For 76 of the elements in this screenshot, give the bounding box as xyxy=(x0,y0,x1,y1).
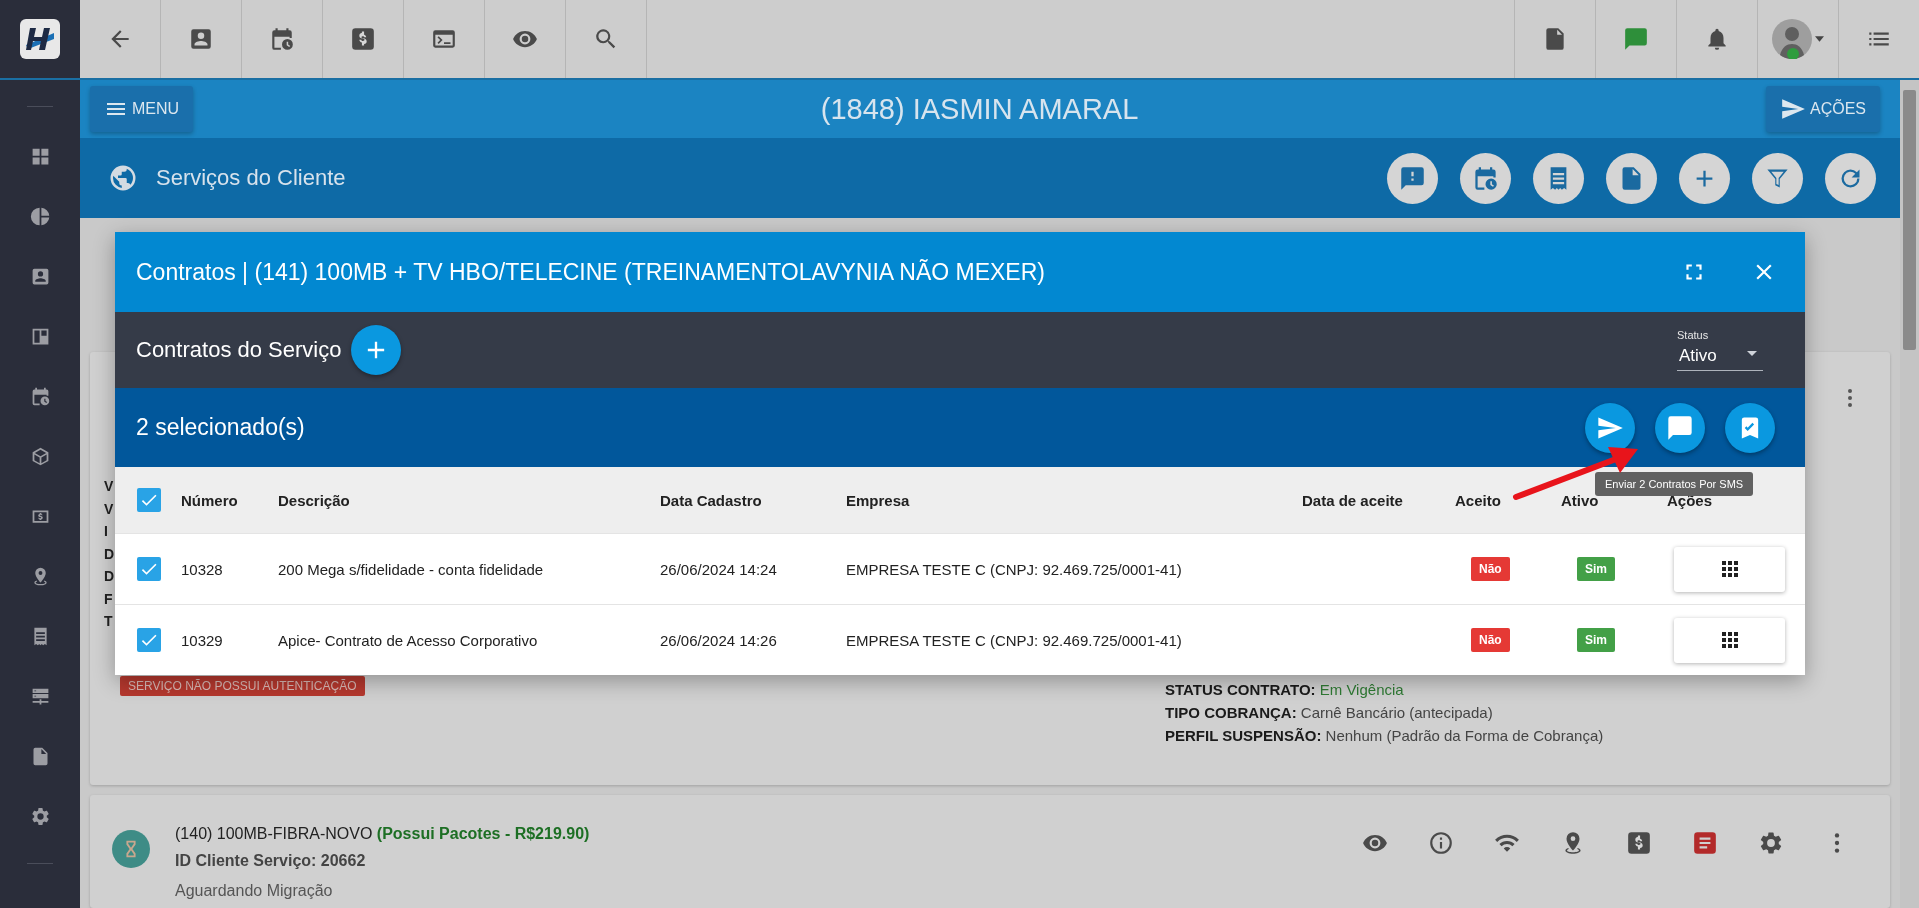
table-cell: 10329 xyxy=(181,631,223,649)
accept-button[interactable] xyxy=(1725,402,1775,453)
settings-icon[interactable] xyxy=(1758,830,1784,856)
detail-text: STATUS CONTRATO: Em Vigência xyxy=(1165,679,1405,700)
feedback-button[interactable] xyxy=(1387,152,1438,204)
logo-icon[interactable] xyxy=(20,19,60,59)
column-header: Data Cadastro xyxy=(660,491,762,509)
label-text: V xyxy=(104,477,114,496)
detail-text: TIPO COBRANÇA: Carnê Bancário (antecipada) xyxy=(1165,702,1494,723)
column-header: Data de aceite xyxy=(1302,491,1403,509)
label-text: I xyxy=(104,522,108,541)
pie-chart-icon[interactable] xyxy=(29,206,51,227)
hourglass-icon xyxy=(112,830,150,868)
checkbox[interactable] xyxy=(137,488,161,512)
table-cell: 26/06/2024 14:26 xyxy=(660,631,777,649)
service-status: Aguardando Migração xyxy=(175,881,333,901)
document-icon[interactable] xyxy=(1692,830,1718,856)
status-badge: Sim xyxy=(1577,557,1615,581)
document-button[interactable] xyxy=(1606,152,1657,204)
send-button[interactable] xyxy=(1585,402,1635,453)
actions-menu-button[interactable] xyxy=(1674,546,1785,592)
avatar-icon[interactable] xyxy=(1772,19,1812,59)
section-title: Serviços do Cliente xyxy=(156,165,346,191)
dollar-icon[interactable] xyxy=(1626,830,1652,856)
caret-icon[interactable] xyxy=(1815,36,1824,42)
chat-icon xyxy=(1666,413,1694,442)
table-cell: EMPRESA TESTE C (CNPJ: 92.469.725/0001-41) xyxy=(846,560,1182,578)
calendar-clock-icon xyxy=(1472,164,1499,192)
calendar-clock-icon[interactable] xyxy=(269,26,295,52)
checkbox[interactable] xyxy=(137,557,161,581)
service-id-text: ID Cliente Serviço: 20662 xyxy=(175,851,366,871)
column-header: Número xyxy=(181,491,238,509)
status-badge: Sim xyxy=(1577,628,1615,652)
column-header: Aceito xyxy=(1455,491,1501,509)
refresh-button[interactable] xyxy=(1825,152,1876,204)
scrollbar[interactable] xyxy=(1900,80,1919,908)
contact-card-icon[interactable] xyxy=(188,26,214,52)
status-badge: Não xyxy=(1471,628,1510,652)
actions-menu-button[interactable] xyxy=(1674,617,1785,663)
actions-button[interactable]: AÇÕES xyxy=(1766,86,1880,132)
menu-button[interactable]: MENU xyxy=(90,86,194,132)
label-text: V xyxy=(104,499,114,519)
tooltip: Enviar 2 Contratos Por SMS xyxy=(1595,472,1754,496)
column-header: Empresa xyxy=(846,491,910,509)
label-text: T xyxy=(104,612,113,631)
filter-button[interactable] xyxy=(1752,152,1803,204)
table-cell: 10328 xyxy=(181,560,223,578)
sms-button[interactable] xyxy=(1655,402,1705,453)
caret-icon xyxy=(1747,351,1757,356)
table-cell: 26/06/2024 14:24 xyxy=(660,560,777,578)
table-cell: 200 Mega s/fidelidade - conta fidelidade xyxy=(278,560,544,578)
send-icon xyxy=(1780,96,1806,122)
add-contract-button[interactable] xyxy=(351,325,402,375)
globe-icon xyxy=(108,163,138,193)
status-badge: Não xyxy=(1471,557,1510,581)
add-button[interactable] xyxy=(1679,152,1730,204)
dialog-title: Contratos | (141) 100MB + TV HBO/TELECINE (TREINAMENTOLAVYNIA NÃO MEXER) xyxy=(136,258,1046,286)
calendar-clock-button[interactable] xyxy=(1460,152,1511,204)
table-cell: EMPRESA TESTE C (CNPJ: 92.469.725/0001-41) xyxy=(846,631,1182,649)
label-text: D xyxy=(104,567,115,586)
receipt-button[interactable] xyxy=(1533,152,1584,204)
column-header: Descrição xyxy=(278,491,350,509)
label-text: D xyxy=(104,544,115,564)
checkbox[interactable] xyxy=(137,628,161,652)
selection-count: 2 selecionado(s) xyxy=(136,414,305,441)
dollar-icon[interactable] xyxy=(350,26,376,52)
client-title: (1848) IASMIN AMARAL xyxy=(819,92,1140,126)
info-icon[interactable] xyxy=(1428,830,1454,856)
section-title: Contratos do Serviço xyxy=(136,337,342,363)
auth-warning-badge: SERVIÇO NÃO POSSUI AUTENTICAÇÃO xyxy=(120,675,365,696)
table-cell: Apice- Contrato de Acesso Corporativo xyxy=(278,631,538,649)
label-text: F xyxy=(104,589,113,609)
feedback-icon xyxy=(1399,164,1426,192)
detail-text: PERFIL SUSPENSÃO: Nenhum (Padrão da Forma de Cobrança) xyxy=(1165,725,1604,746)
service-title: (140) 100MB-FIBRA-NOVO (Possui Pacotes - R$219.90) xyxy=(175,824,590,844)
status-select[interactable]: Status Ativo xyxy=(1677,329,1763,371)
